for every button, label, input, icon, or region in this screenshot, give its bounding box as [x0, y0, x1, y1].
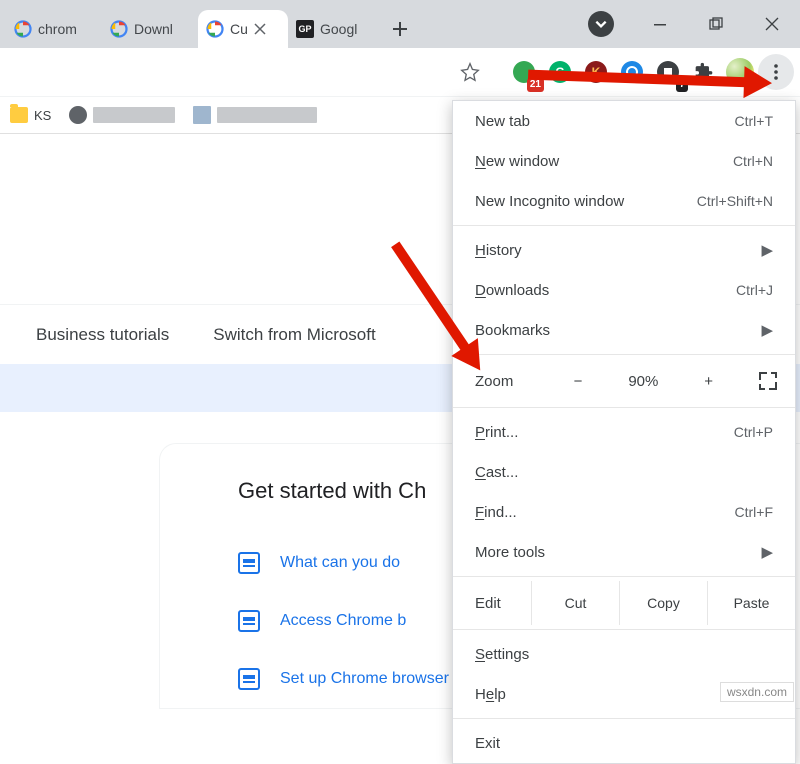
plus-icon: [392, 21, 408, 37]
menu-more-tools[interactable]: More tools▶: [453, 532, 795, 572]
menu-separator: [453, 629, 795, 630]
edit-label: Edit: [453, 595, 531, 612]
browser-toolbar: 21 G K 7: [0, 48, 800, 96]
bookmark-label-obscured: [93, 107, 175, 123]
maximize-button[interactable]: [688, 0, 744, 48]
menu-history[interactable]: History▶: [453, 230, 795, 270]
link-text: Set up Chrome browser: [280, 670, 449, 688]
bookmark-item[interactable]: [69, 106, 175, 124]
tab-label: Downl: [134, 21, 173, 37]
submenu-arrow-icon: ▶: [761, 321, 773, 339]
zoom-label: Zoom: [475, 373, 555, 390]
menu-separator: [453, 225, 795, 226]
google-icon: [14, 20, 32, 38]
shortcut: Ctrl+P: [734, 424, 773, 440]
tab-1[interactable]: Downl: [102, 10, 198, 48]
tab-label: Cu: [230, 21, 248, 37]
bookmark-item[interactable]: [193, 106, 317, 124]
maximize-icon: [709, 17, 723, 31]
shortcut: Ctrl+N: [733, 153, 773, 169]
menu-new-tab[interactable]: New tabCtrl+T: [453, 101, 795, 141]
tab-2-active[interactable]: Cu: [198, 10, 288, 48]
star-icon: [460, 62, 480, 82]
bookmark-label-obscured: [217, 107, 317, 123]
gp-icon: GP: [296, 20, 314, 38]
article-icon: [238, 552, 260, 574]
menu-separator: [453, 354, 795, 355]
menu-incognito[interactable]: New Incognito windowCtrl+Shift+N: [453, 181, 795, 221]
menu-zoom: Zoom − 90% +: [453, 359, 795, 403]
tab-3[interactable]: GP Googl: [288, 10, 384, 48]
bookmark-label: KS: [34, 108, 51, 123]
close-icon[interactable]: [254, 23, 266, 35]
window-controls: [570, 0, 800, 48]
bookmark-folder[interactable]: KS: [10, 107, 51, 123]
shortcut: Ctrl+F: [735, 504, 774, 520]
close-icon: [765, 17, 779, 31]
article-icon: [238, 610, 260, 632]
submenu-arrow-icon: ▶: [761, 241, 773, 259]
minimize-button[interactable]: [632, 0, 688, 48]
menu-settings[interactable]: Settings: [453, 634, 795, 674]
link-text: Access Chrome b: [280, 612, 406, 630]
google-icon: [110, 20, 128, 38]
menu-bookmarks[interactable]: Bookmarks▶: [453, 310, 795, 350]
article-icon: [238, 668, 260, 690]
menu-downloads[interactable]: DownloadsCtrl+J: [453, 270, 795, 310]
close-window-button[interactable]: [744, 0, 800, 48]
copy-button[interactable]: Copy: [619, 581, 707, 625]
window-titlebar: chrom Downl Cu GP Googl: [0, 0, 800, 48]
new-tab-button[interactable]: [384, 10, 416, 48]
menu-separator: [453, 576, 795, 577]
chrome-menu: New tabCtrl+T New windowCtrl+N New Incog…: [452, 100, 796, 764]
tab-label: chrom: [38, 21, 77, 37]
zoom-out-button[interactable]: −: [563, 373, 593, 390]
bookmark-favicon: [69, 106, 87, 124]
tab-label: Googl: [320, 21, 357, 37]
menu-new-window[interactable]: New windowCtrl+N: [453, 141, 795, 181]
submenu-arrow-icon: ▶: [761, 543, 773, 561]
menu-cast[interactable]: Cast...: [453, 452, 795, 492]
nav-link-business[interactable]: Business tutorials: [36, 325, 169, 345]
google-icon: [206, 20, 224, 38]
zoom-value: 90%: [628, 373, 658, 390]
bookmark-star-button[interactable]: [452, 54, 488, 90]
menu-exit[interactable]: Exit: [453, 723, 795, 763]
tab-strip: chrom Downl Cu GP Googl: [0, 0, 570, 48]
fullscreen-button[interactable]: [759, 372, 777, 390]
minimize-icon: [653, 17, 667, 31]
shortcut: Ctrl+T: [735, 113, 774, 129]
chevron-down-icon: [594, 17, 608, 31]
zoom-in-button[interactable]: +: [694, 373, 724, 390]
account-shield-icon[interactable]: [588, 11, 614, 37]
nav-link-switch[interactable]: Switch from Microsoft: [213, 325, 375, 345]
menu-separator: [453, 407, 795, 408]
shortcut: Ctrl+J: [736, 282, 773, 298]
link-text: What can you do: [280, 554, 400, 572]
cut-button[interactable]: Cut: [531, 581, 619, 625]
menu-separator: [453, 718, 795, 719]
paste-button[interactable]: Paste: [707, 581, 795, 625]
menu-edit-row: Edit Cut Copy Paste: [453, 581, 795, 625]
menu-print[interactable]: Print...Ctrl+P: [453, 412, 795, 452]
tab-0[interactable]: chrom: [6, 10, 102, 48]
shortcut: Ctrl+Shift+N: [697, 193, 773, 209]
watermark: wsxdn.com: [720, 682, 794, 702]
menu-find[interactable]: Find...Ctrl+F: [453, 492, 795, 532]
folder-icon: [10, 107, 28, 123]
bookmark-favicon: [193, 106, 211, 124]
